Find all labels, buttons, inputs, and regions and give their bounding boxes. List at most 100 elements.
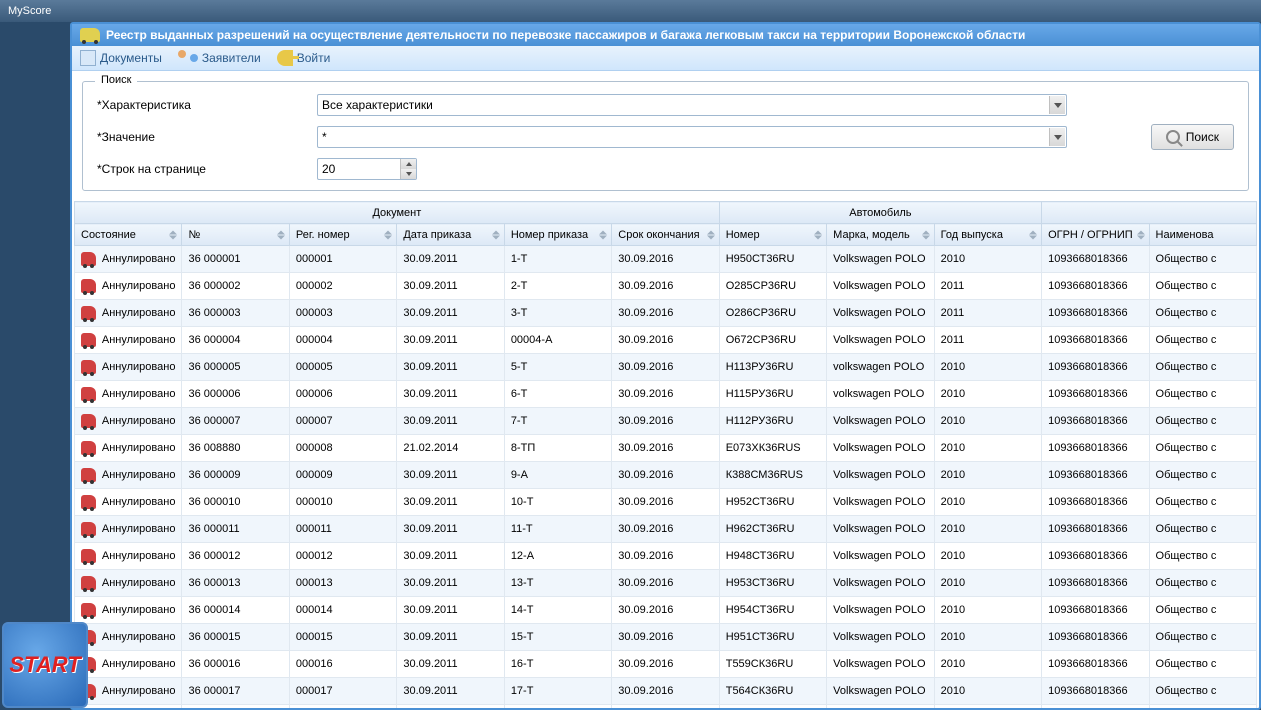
cell-order-date: 30.09.2011 (397, 381, 504, 408)
cell-order-num: 13-Т (504, 570, 611, 597)
cell-model: Volkswagen POLO (827, 435, 934, 462)
cell-number: 36 000003 (182, 300, 289, 327)
table-row[interactable]: Аннулировано36 00000900000930.09.20119-А… (75, 462, 1257, 489)
search-icon (1166, 130, 1180, 144)
cell-number: 36 000005 (182, 354, 289, 381)
cell-status: Аннулировано (75, 462, 182, 489)
sort-icon (277, 230, 285, 239)
table-row[interactable]: Аннулировано36 00001100001130.09.201111-… (75, 516, 1257, 543)
table-row[interactable]: Аннулировано36 00000600000630.09.20116-Т… (75, 381, 1257, 408)
cell-model: Volkswagen POLO (827, 462, 934, 489)
cell-ogrn: 1093668018366 (1042, 300, 1149, 327)
cell-ogrn: 1093668018366 (1042, 543, 1149, 570)
table-row[interactable]: Аннулировано36 00000100000130.09.20111-Т… (75, 246, 1257, 273)
th-order-num[interactable]: Номер приказа (504, 224, 611, 246)
cell-regnum: 000011 (289, 516, 396, 543)
table-row[interactable]: Аннулировано36 00001800001830.09.201118-… (75, 705, 1257, 709)
cell-ogrn: 1093668018366 (1042, 435, 1149, 462)
table-row[interactable]: Аннулировано36 00001400001430.09.201114-… (75, 597, 1257, 624)
label-characteristic: *Характеристика (97, 98, 307, 112)
cell-car-num: О285СР36RU (719, 273, 826, 300)
cell-expire: 30.09.2016 (612, 408, 719, 435)
window-titlebar: MyScore (0, 0, 1261, 22)
input-value-text: * (322, 130, 327, 144)
cell-name: Общество с (1149, 624, 1256, 651)
people-icon (178, 50, 198, 66)
cell-name: Общество с (1149, 705, 1256, 709)
cell-order-num: 2-Т (504, 273, 611, 300)
cell-name: Общество с (1149, 435, 1256, 462)
table-row[interactable]: Аннулировано36 00001500001530.09.201115-… (75, 624, 1257, 651)
cell-car-num: Т564СК36RU (719, 678, 826, 705)
table-row[interactable]: Аннулировано36 00001000001030.09.201110-… (75, 489, 1257, 516)
table-row[interactable]: Аннулировано36 00001300001330.09.201113-… (75, 570, 1257, 597)
cell-expire: 30.09.2016 (612, 624, 719, 651)
table-row[interactable]: Аннулировано36 00000500000530.09.20115-Т… (75, 354, 1257, 381)
car-red-icon (81, 360, 96, 374)
toolbar-documents[interactable]: Документы (80, 50, 162, 66)
cell-status: Аннулировано (75, 624, 182, 651)
cell-year: 2010 (934, 462, 1041, 489)
table-row[interactable]: Аннулировано36 00000400000430.09.2011000… (75, 327, 1257, 354)
cell-order-date: 30.09.2011 (397, 624, 504, 651)
start-widget[interactable]: START (2, 622, 88, 708)
table-row[interactable]: Аннулировано36 00000200000230.09.20112-Т… (75, 273, 1257, 300)
car-red-icon (81, 603, 96, 617)
th-number[interactable]: № (182, 224, 289, 246)
cell-name: Общество с (1149, 246, 1256, 273)
table-row[interactable]: Аннулировано36 00001700001730.09.201117-… (75, 678, 1257, 705)
cell-name: Общество с (1149, 597, 1256, 624)
cell-number: 36 000015 (182, 624, 289, 651)
cell-ogrn: 1093668018366 (1042, 678, 1149, 705)
car-red-icon (81, 495, 96, 509)
cell-status: Аннулировано (75, 327, 182, 354)
cell-year: 2010 (934, 543, 1041, 570)
toolbar-applicants[interactable]: Заявители (178, 50, 261, 66)
rows-per-page-spinner[interactable]: 20 (317, 158, 417, 180)
cell-regnum: 000012 (289, 543, 396, 570)
cell-name: Общество с (1149, 354, 1256, 381)
cell-order-date: 30.09.2011 (397, 354, 504, 381)
cell-model: Volkswagen POLO (827, 651, 934, 678)
search-button[interactable]: Поиск (1151, 124, 1234, 150)
cell-expire: 30.09.2016 (612, 651, 719, 678)
select-characteristic[interactable]: Все характеристики (317, 94, 1067, 116)
th-order-date[interactable]: Дата приказа (397, 224, 504, 246)
sort-icon (922, 230, 930, 239)
toolbar-login[interactable]: Войти (277, 50, 331, 66)
th-car-num[interactable]: Номер (719, 224, 826, 246)
th-name[interactable]: Наименова (1149, 224, 1256, 246)
cell-expire: 30.09.2016 (612, 435, 719, 462)
cell-year: 2010 (934, 651, 1041, 678)
cell-year: 2010 (934, 597, 1041, 624)
cell-order-date: 30.09.2011 (397, 327, 504, 354)
input-value[interactable]: * (317, 126, 1067, 148)
table-row[interactable]: Аннулировано36 00888000000821.02.20148-Т… (75, 435, 1257, 462)
cell-status: Аннулировано (75, 678, 182, 705)
spinner-buttons[interactable] (400, 159, 416, 179)
table-row[interactable]: Аннулировано36 00001600001630.09.201116-… (75, 651, 1257, 678)
cell-status: Аннулировано (75, 489, 182, 516)
cell-status: Аннулировано (75, 354, 182, 381)
th-expire[interactable]: Срок окончания (612, 224, 719, 246)
cell-regnum: 000017 (289, 678, 396, 705)
cell-regnum: 000013 (289, 570, 396, 597)
table-row[interactable]: Аннулировано36 00000300000330.09.20113-Т… (75, 300, 1257, 327)
cell-car-num: Т567СК36RU (719, 705, 826, 709)
start-label: START (9, 652, 80, 678)
cell-regnum: 000014 (289, 597, 396, 624)
th-model[interactable]: Марка, модель (827, 224, 934, 246)
table-row[interactable]: Аннулировано36 00001200001230.09.201112-… (75, 543, 1257, 570)
header-title: Реестр выданных разрешений на осуществле… (106, 28, 1025, 42)
table-row[interactable]: Аннулировано36 00000700000730.09.20117-Т… (75, 408, 1257, 435)
cell-order-date: 30.09.2011 (397, 570, 504, 597)
th-year[interactable]: Год выпуска (934, 224, 1041, 246)
th-ogrn[interactable]: ОГРН / ОГРНИП (1042, 224, 1149, 246)
cell-status: Аннулировано (75, 516, 182, 543)
cell-order-date: 30.09.2011 (397, 516, 504, 543)
cell-year: 2010 (934, 516, 1041, 543)
th-status[interactable]: Состояние (75, 224, 182, 246)
th-regnum[interactable]: Рег. номер (289, 224, 396, 246)
sort-icon (707, 230, 715, 239)
cell-regnum: 000015 (289, 624, 396, 651)
